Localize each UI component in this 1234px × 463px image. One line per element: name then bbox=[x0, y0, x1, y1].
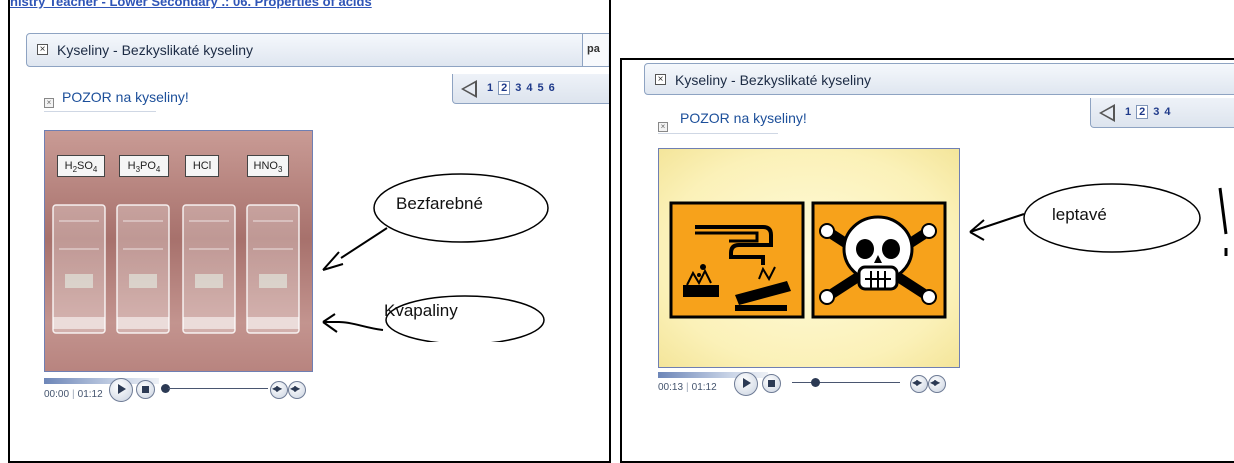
page-link-3[interactable]: 3 bbox=[1153, 106, 1159, 118]
module-header: × Kyseliny - Bezkyslikaté kyseliny bbox=[644, 63, 1234, 95]
hazard-symbols bbox=[669, 201, 947, 319]
media-image-acids: H2SO4 H3PO4 HCl HNO3 bbox=[44, 130, 313, 372]
annotation-kvapaliny: Kvapaliny bbox=[384, 301, 458, 320]
page-link-5[interactable]: 5 bbox=[538, 82, 544, 94]
corrosive-icon bbox=[669, 201, 805, 319]
page-link-3[interactable]: 3 bbox=[515, 82, 521, 94]
volume-down-button[interactable] bbox=[270, 381, 288, 399]
exclamation-mark bbox=[1218, 187, 1228, 256]
arrow-to-beakers-1 bbox=[322, 227, 388, 271]
play-button[interactable] bbox=[734, 372, 758, 396]
volume-up-button[interactable] bbox=[288, 381, 306, 399]
time-display: 00:00 | 01:12 bbox=[44, 389, 103, 400]
section-title: POZOR na kyseliny! bbox=[62, 89, 189, 105]
media-image-hazard bbox=[658, 148, 960, 368]
time-total: 01:12 bbox=[691, 382, 717, 393]
section-close-icon[interactable]: × bbox=[658, 122, 668, 132]
arrow-to-hazard bbox=[969, 213, 1025, 241]
time-current: 00:00 bbox=[44, 389, 70, 400]
section-underline bbox=[658, 133, 778, 134]
annotation-bezfarebne: Bezfarebné bbox=[396, 194, 483, 213]
module-title: Kyseliny - Bezkyslikaté kyseliny bbox=[57, 42, 254, 58]
stop-button[interactable] bbox=[762, 374, 781, 393]
time-display: 00:13 | 01:12 bbox=[658, 382, 717, 393]
annotation-leptave: leptavé bbox=[1052, 205, 1107, 224]
time-current: 00:13 bbox=[658, 382, 684, 393]
page-link-6[interactable]: 6 bbox=[549, 82, 555, 94]
arrow-to-beakers-2 bbox=[322, 313, 384, 333]
page-link-2[interactable]: 2 bbox=[1136, 105, 1149, 119]
scrub-track[interactable] bbox=[168, 388, 268, 389]
pagination-label: pa bbox=[582, 34, 608, 66]
breadcrumb-link[interactable]: nistry Teacher - Lower Secondary .: 06. … bbox=[10, 0, 372, 9]
page-numbers: 123456 bbox=[487, 81, 560, 95]
scrub-handle[interactable] bbox=[811, 378, 820, 387]
module-header: × Kyseliny - Bezkyslikaté kyseliny pa bbox=[26, 33, 609, 67]
toxic-skull-icon bbox=[811, 201, 947, 319]
page-link-1[interactable]: 1 bbox=[1125, 106, 1131, 118]
page-link-1[interactable]: 1 bbox=[487, 82, 493, 94]
play-button[interactable] bbox=[109, 378, 133, 402]
section-underline bbox=[44, 111, 156, 112]
close-box-icon[interactable]: × bbox=[655, 74, 666, 85]
section-close-icon[interactable]: × bbox=[44, 98, 54, 108]
page-navigator: 123456 bbox=[452, 74, 609, 104]
page-link-2[interactable]: 2 bbox=[498, 81, 511, 95]
page-numbers: 1234 bbox=[1125, 105, 1176, 119]
module-title: Kyseliny - Bezkyslikaté kyseliny bbox=[675, 72, 872, 88]
time-total: 01:12 bbox=[77, 389, 103, 400]
close-box-icon[interactable]: × bbox=[37, 44, 48, 55]
volume-down-button[interactable] bbox=[910, 375, 928, 393]
section-title: POZOR na kyseliny! bbox=[680, 110, 807, 126]
prev-page-icon[interactable] bbox=[461, 80, 477, 98]
page-link-4[interactable]: 4 bbox=[1164, 106, 1170, 118]
volume-up-button[interactable] bbox=[928, 375, 946, 393]
stop-button[interactable] bbox=[136, 380, 155, 399]
callout-ellipse-leptave bbox=[1023, 183, 1201, 253]
prev-page-icon[interactable] bbox=[1099, 104, 1115, 122]
scrub-track[interactable] bbox=[792, 382, 900, 383]
page-link-4[interactable]: 4 bbox=[526, 82, 532, 94]
page-navigator: 1234 bbox=[1090, 98, 1234, 128]
beakers-illustration bbox=[52, 204, 300, 334]
